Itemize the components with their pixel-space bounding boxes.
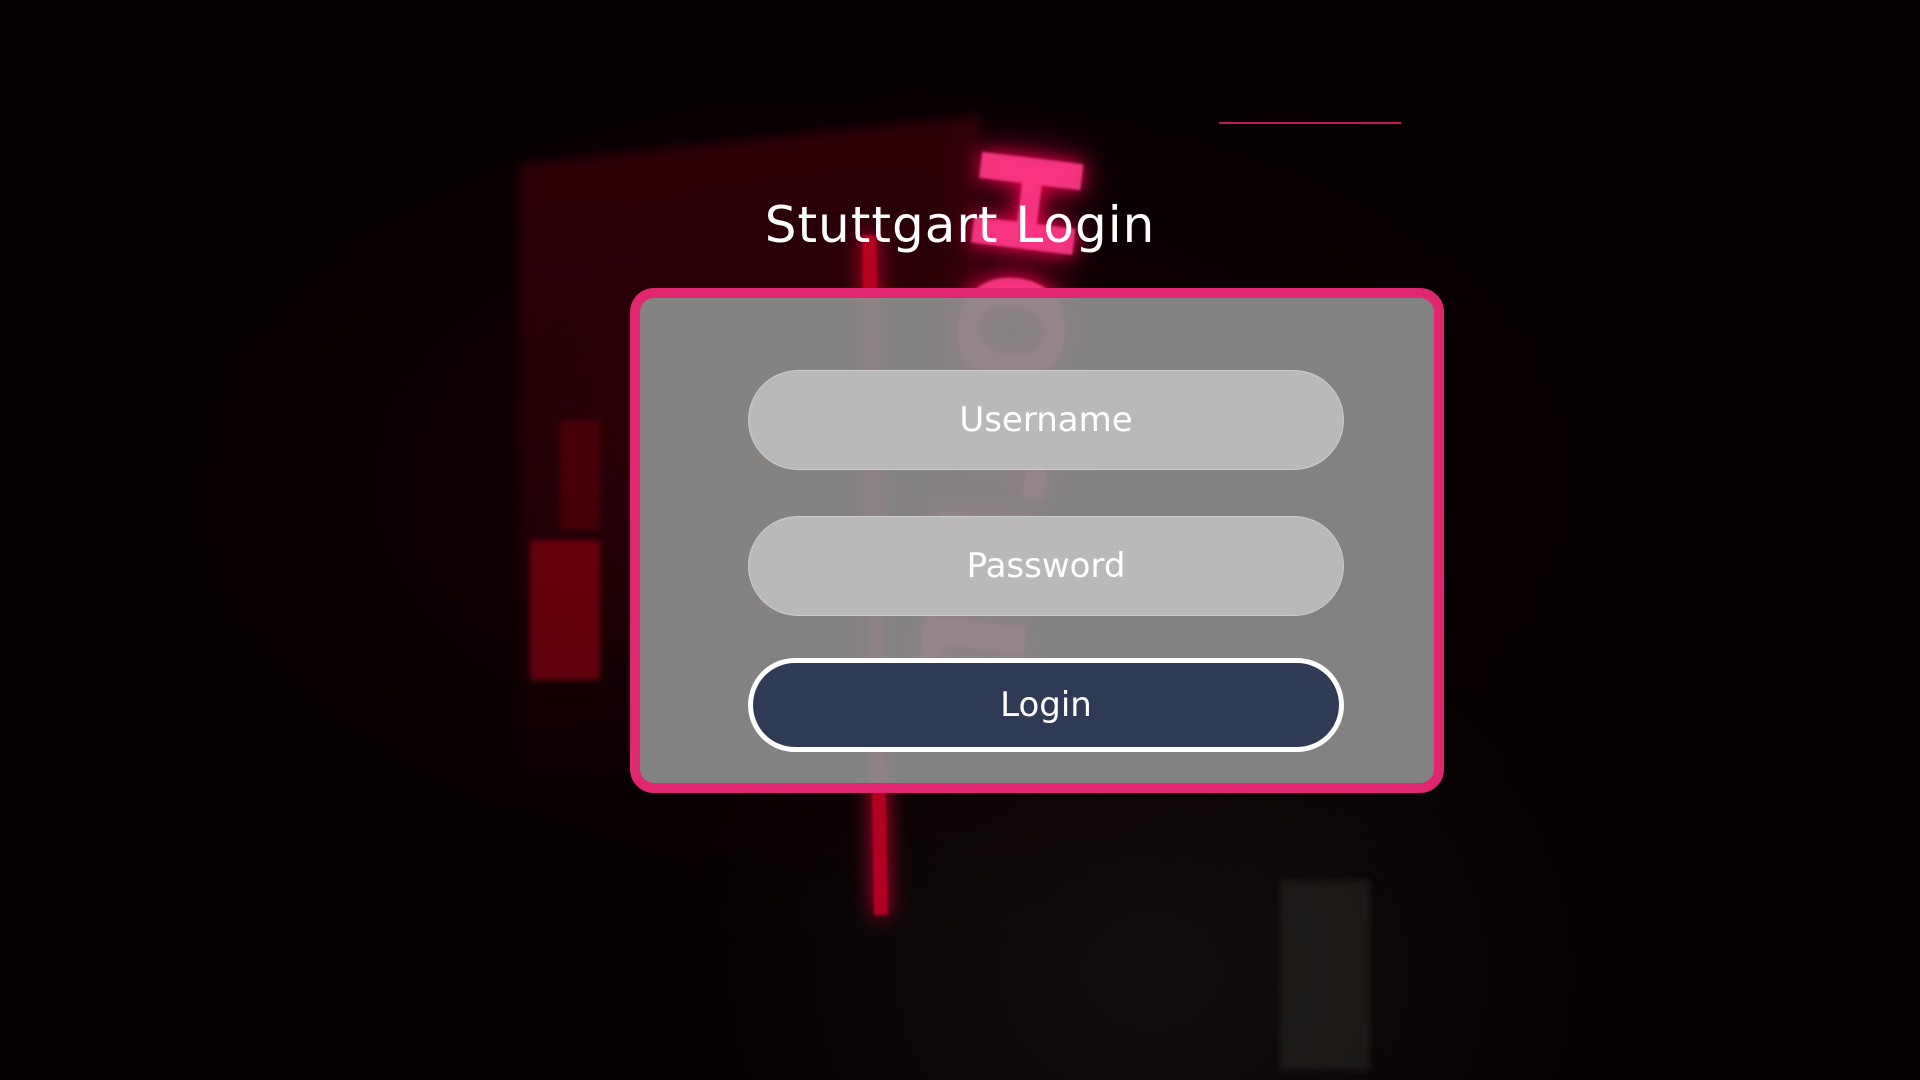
username-field[interactable] — [748, 370, 1344, 470]
login-card: Login — [630, 288, 1444, 793]
password-field[interactable] — [748, 516, 1344, 616]
page-title: Stuttgart Login — [764, 196, 1156, 254]
login-screen: HOTEL Stuttgart Login Login — [0, 0, 1920, 1080]
background-window — [560, 420, 600, 530]
password-input[interactable] — [749, 516, 1343, 616]
login-button[interactable]: Login — [748, 658, 1344, 752]
username-input[interactable] — [749, 370, 1343, 470]
login-button-label: Login — [1000, 685, 1092, 725]
background-window — [1280, 880, 1370, 1070]
background-window — [530, 540, 600, 680]
decorative-line — [1219, 122, 1401, 124]
